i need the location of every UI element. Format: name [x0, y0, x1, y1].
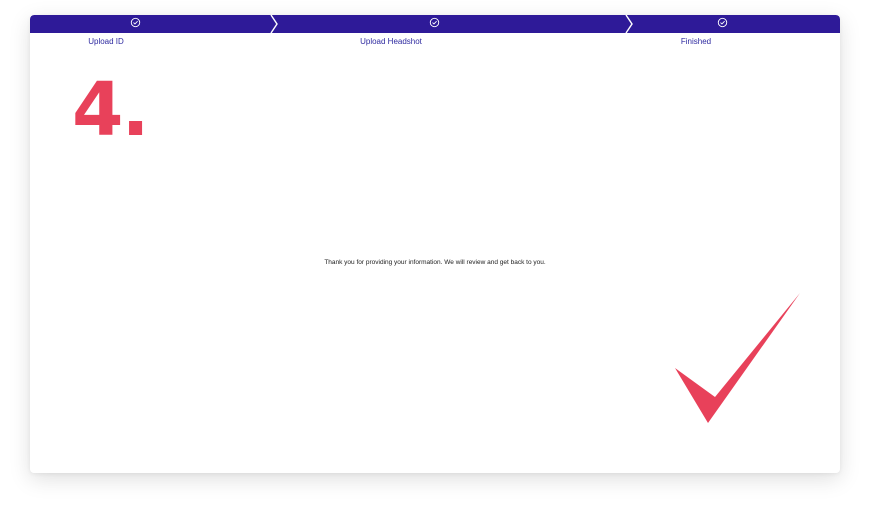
confirmation-message: Thank you for providing your information… [324, 259, 546, 266]
step-upload-id[interactable]: Upload ID [88, 37, 124, 46]
step-finished[interactable]: Finished [681, 37, 711, 46]
verification-card: Upload ID Upload Headshot Finished 4. Th… [30, 15, 840, 473]
check-circle-icon [717, 17, 728, 28]
step-upload-headshot[interactable]: Upload Headshot [360, 37, 422, 46]
check-circle-icon [429, 17, 440, 28]
progress-stepper-bar [30, 15, 840, 33]
check-circle-icon [130, 17, 141, 28]
large-checkmark-icon [675, 293, 800, 423]
step-separator-chevron-icon [625, 15, 633, 33]
step-separator-chevron-icon [270, 15, 278, 33]
step-number: 4. [72, 67, 150, 153]
